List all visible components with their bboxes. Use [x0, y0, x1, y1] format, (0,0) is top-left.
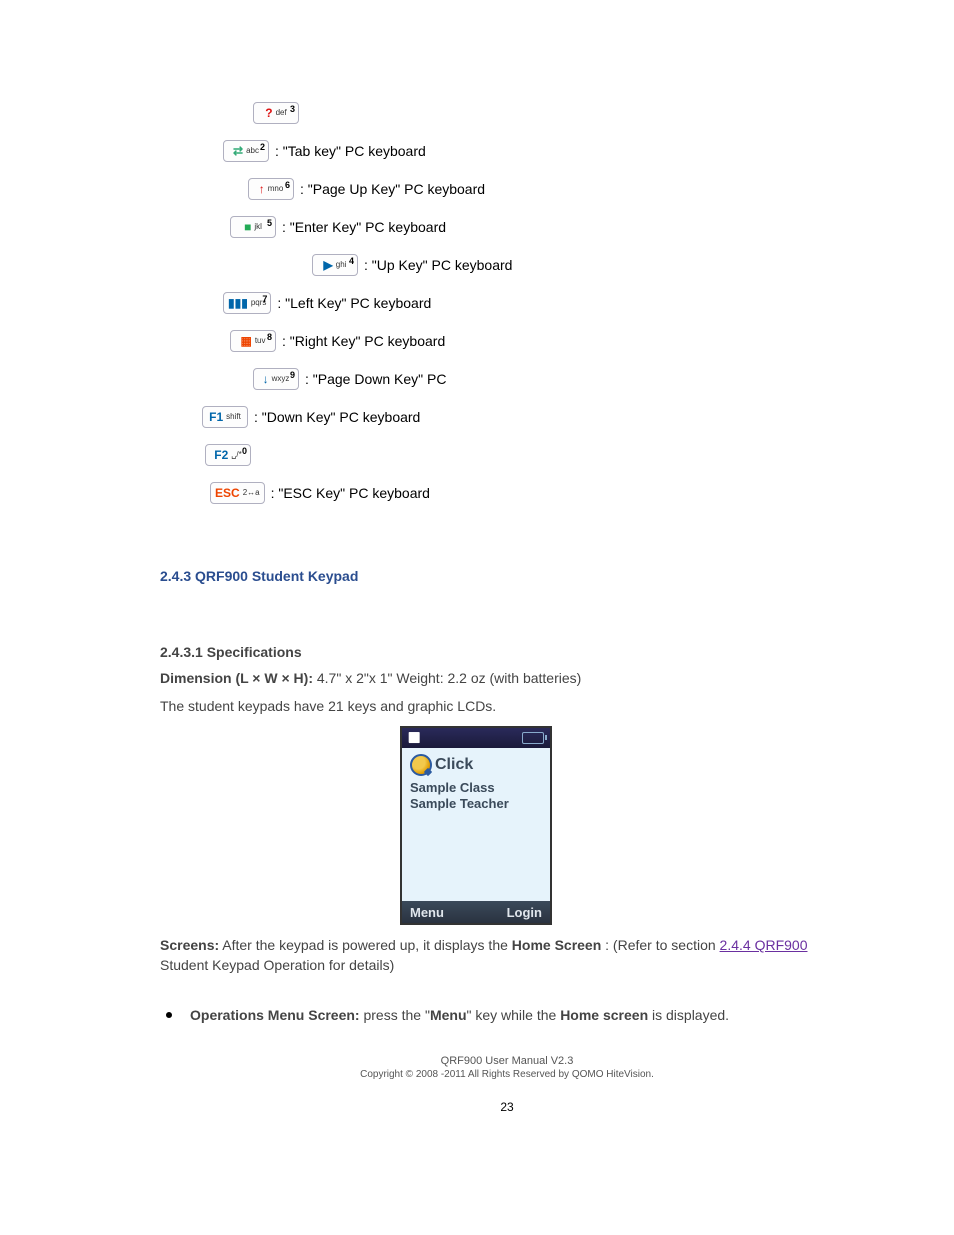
- key-number: 3: [290, 104, 295, 114]
- key-sub: mno: [268, 185, 284, 193]
- screens-t2: : (Refer to section: [605, 937, 719, 953]
- keypad-key-2: ↑mno6: [248, 178, 294, 200]
- footer-copyright: Copyright © 2008 -2011 All Rights Reserv…: [160, 1069, 854, 1080]
- key-desc: : "Left Key" PC keyboard: [277, 295, 431, 311]
- keypad-key-7: ↓wxyz9: [253, 368, 299, 390]
- key-row-5: ▮▮▮pqrs7 : "Left Key" PC keyboard: [160, 288, 854, 318]
- b-s1: Operations Menu Screen:: [190, 1007, 360, 1023]
- key-desc: : "Page Up Key" PC keyboard: [300, 181, 485, 197]
- key-desc: : "Up Key" PC keyboard: [364, 257, 512, 273]
- key-number: 9: [290, 370, 295, 380]
- b-s3: Home screen: [560, 1007, 648, 1023]
- key-sub: shift: [226, 413, 241, 421]
- device-class: Sample Class: [410, 780, 542, 795]
- key-row-2: ↑mno6 : "Page Up Key" PC keyboard: [160, 174, 854, 204]
- battery-icon: [522, 732, 544, 744]
- footer-line1: QRF900 User Manual V2.3: [160, 1055, 854, 1067]
- spec-dim-val: 4.7" x 2"x 1" Weight: 2.2 oz (with batte…: [317, 670, 581, 686]
- key-sub: 2↔a: [243, 489, 260, 497]
- key-icon: ■: [244, 220, 251, 234]
- bullet-icon: [166, 1012, 172, 1018]
- key-number: 5: [267, 218, 272, 228]
- keypad-key-1: ⇄abc2: [223, 140, 269, 162]
- key-row-4: ▶ghi4 : "Up Key" PC keyboard: [160, 250, 854, 280]
- keypad-key-0: ? def3: [253, 102, 299, 124]
- key-number: 7: [262, 294, 267, 304]
- spec-dim: Dimension (L × W × H): 4.7" x 2"x 1" Wei…: [160, 668, 854, 688]
- key-icon: ▮▮▮: [228, 296, 248, 310]
- screens-block: Screens: After the keypad is powered up,…: [160, 935, 854, 975]
- key-sub: abc: [246, 147, 259, 155]
- device-statusbar: [402, 728, 550, 748]
- key-desc: : "Enter Key" PC keyboard: [282, 219, 446, 235]
- key-sub: ghi: [336, 261, 347, 269]
- key-icon: ▦: [240, 334, 251, 348]
- screens-t1: After the keypad is powered up, it displ…: [222, 937, 512, 953]
- spec-keytext: The student keypads have 21 keys and gra…: [160, 696, 854, 716]
- key-row-7: ↓wxyz9 : "Page Down Key" PC: [160, 364, 854, 394]
- qclick-q-icon: [410, 754, 432, 776]
- key-icon: ⇄: [233, 144, 243, 158]
- key-sub: def: [276, 109, 287, 117]
- key-row-10: ESC2↔a : "ESC Key" PC keyboard: [160, 478, 854, 508]
- device-teacher: Sample Teacher: [410, 796, 542, 811]
- key-sub: wxyz: [272, 375, 290, 383]
- section-sub: 2.4.3.1 Specifications: [160, 644, 854, 660]
- key-sub: jkl: [254, 223, 262, 231]
- b-t3: is displayed.: [648, 1007, 729, 1023]
- key-icon: F1: [209, 410, 223, 424]
- section-heading: 2.4.3 QRF900 Student Keypad: [160, 568, 854, 584]
- key-row-1: ⇄abc2 : "Tab key" PC keyboard: [160, 136, 854, 166]
- screens-t3: Student Keypad Operation for details): [160, 957, 394, 973]
- keypad-key-8: F1shift: [202, 406, 248, 428]
- keypad-key-6: ▦ tuv8: [230, 330, 276, 352]
- device-logo: Click: [410, 754, 542, 776]
- key-number: 6: [285, 180, 290, 190]
- key-number: 2: [260, 142, 265, 152]
- keypad-key-4: ▶ghi4: [312, 254, 358, 276]
- key-desc: : "Right Key" PC keyboard: [282, 333, 445, 349]
- key-row-0: ? def3: [160, 98, 854, 128]
- key-number: 0: [242, 446, 247, 456]
- screens-title: Screens:: [160, 937, 219, 953]
- keypad-key-5: ▮▮▮pqrs7: [223, 292, 271, 314]
- bullet-row: Operations Menu Screen: press the "Menu"…: [160, 1005, 854, 1025]
- signal-icon: [408, 732, 420, 744]
- key-desc: : "Down Key" PC keyboard: [254, 409, 420, 425]
- key-icon: ESC: [215, 486, 240, 500]
- keypad-key-3: ■jkl 5: [230, 216, 276, 238]
- key-sub: ␣/*: [231, 451, 241, 459]
- screens-link[interactable]: 2.4.4 QRF900: [720, 937, 808, 953]
- screens-bold: Home Screen: [512, 937, 601, 953]
- spec-dim-label: Dimension (L × W × H):: [160, 670, 313, 686]
- key-icon: F2: [214, 448, 228, 462]
- device-mock: Click Sample Class Sample Teacher Menu L…: [400, 726, 552, 925]
- key-number: 4: [349, 256, 354, 266]
- keypad-key-10: ESC2↔a: [210, 482, 265, 504]
- key-icon: ▶: [324, 258, 333, 272]
- key-sub: tuv: [255, 337, 266, 345]
- keypad-key-9: F2␣/*0: [205, 444, 251, 466]
- key-icon: ↓: [263, 372, 269, 386]
- page-number: 23: [160, 1100, 854, 1114]
- key-row-8: F1shift : "Down Key" PC keyboard: [160, 402, 854, 432]
- b-t1: press the ": [360, 1007, 430, 1023]
- device-login-button[interactable]: Login: [507, 905, 542, 920]
- key-row-9: F2␣/*0: [160, 440, 854, 470]
- device-menu-button[interactable]: Menu: [410, 905, 444, 920]
- key-desc: : "ESC Key" PC keyboard: [271, 485, 430, 501]
- key-icon: ?: [265, 106, 272, 120]
- key-desc: : "Tab key" PC keyboard: [275, 143, 426, 159]
- b-s2: Menu: [430, 1007, 467, 1023]
- bullet-text: Operations Menu Screen: press the "Menu"…: [190, 1005, 729, 1025]
- key-icon: ↑: [259, 182, 265, 196]
- key-desc: : "Page Down Key" PC: [305, 371, 446, 387]
- device-logo-text: Click: [435, 756, 473, 774]
- key-row-6: ▦ tuv8 : "Right Key" PC keyboard: [160, 326, 854, 356]
- key-number: 8: [267, 332, 272, 342]
- b-t2: " key while the: [467, 1007, 561, 1023]
- key-row-3: ■jkl 5 : "Enter Key" PC keyboard: [160, 212, 854, 242]
